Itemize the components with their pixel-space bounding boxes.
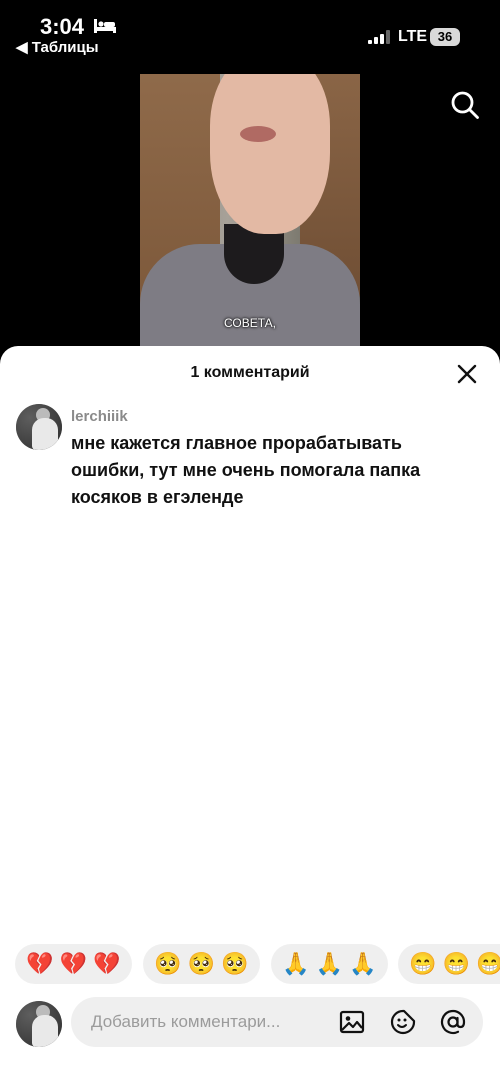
bed-icon (94, 19, 116, 33)
battery-indicator: 36 (430, 28, 460, 46)
emoji-chip-grin[interactable]: 😁 😁 😁 (398, 944, 500, 984)
comment-input[interactable] (91, 997, 326, 1047)
comment-username[interactable]: lerchiiik (71, 408, 128, 425)
comment-input-box[interactable] (71, 997, 483, 1047)
emoji-chip-pleading[interactable]: 🥺 🥺 🥺 (143, 944, 260, 984)
video-caption: СОВЕТА, (223, 316, 276, 330)
network-type: LTE (398, 28, 428, 45)
mention-icon[interactable] (440, 1009, 466, 1035)
video-frame-part (210, 74, 330, 234)
avatar[interactable] (16, 404, 62, 450)
emoji-chip-broken-heart[interactable]: 💔 💔 💔 (15, 944, 132, 984)
avatar-image (32, 1015, 58, 1047)
comments-count-title: 1 комментарий (190, 364, 310, 381)
video-frame-part (240, 126, 276, 142)
comments-sheet: 1 комментарий lerchiiik мне кажется глав… (0, 346, 500, 1084)
status-bar: 3:04 ◀ Таблицы LTE 36 (0, 0, 500, 60)
emoji-chip-pray[interactable]: 🙏 🙏 🙏 (271, 944, 388, 984)
image-icon[interactable] (339, 1009, 365, 1035)
search-icon[interactable] (450, 90, 480, 120)
comment-text: мне кажется главное прорабатывать ошибки… (71, 433, 421, 507)
close-icon[interactable] (456, 363, 478, 385)
back-link[interactable]: ◀ Таблицы (16, 38, 99, 56)
user-avatar (16, 1001, 62, 1047)
signal-icon (368, 30, 390, 44)
emoji-reaction-bar: 💔 💔 💔 🥺 🥺 🥺 🙏 🙏 🙏 😁 😁 😁 (0, 934, 500, 994)
status-time: 3:04 (40, 14, 85, 39)
video-player[interactable]: СОВЕТА, (140, 74, 360, 364)
sticker-icon[interactable] (390, 1009, 416, 1035)
avatar-image (32, 418, 58, 450)
